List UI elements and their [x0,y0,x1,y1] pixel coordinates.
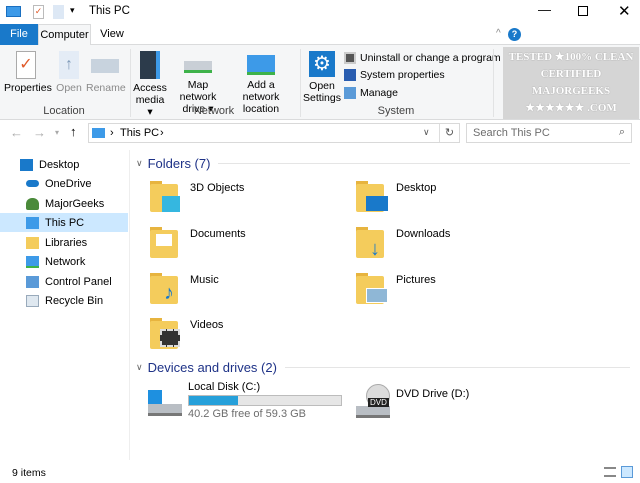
user-icon [26,197,39,210]
group-network-label: Network [193,105,235,117]
ribbon-tabs: File Computer View ^ ? [0,24,640,46]
up-button[interactable]: ↑ [70,124,77,139]
nav-recycle-bin[interactable]: Recycle Bin [0,291,128,310]
videos-folder-icon [150,315,184,351]
recent-locations-button[interactable]: ▾ [55,128,59,137]
this-pc-icon [26,216,39,229]
navigation-pane: Desktop OneDrive MajorGeeks This PC Libr… [0,150,130,460]
recycle-bin-icon [26,294,39,307]
nav-libraries[interactable]: Libraries [0,233,128,252]
open-settings-button[interactable]: ⚙ Open Settings [302,51,342,104]
nav-onedrive[interactable]: OneDrive [0,174,128,193]
this-pc-icon [92,128,105,138]
collapse-ribbon-icon[interactable]: ^ [496,28,501,39]
folders-header[interactable]: ∨ Folders (7) [136,156,630,171]
nav-network[interactable]: Network [0,252,128,271]
tab-view[interactable]: View [92,24,132,45]
onedrive-icon [26,180,39,187]
new-folder-quick-icon[interactable] [53,5,64,19]
address-bar[interactable]: › This PC › ∨ ↻ [88,123,460,143]
network-icon [26,255,39,268]
desktop-folder-icon [356,178,390,214]
network-drive-icon [184,61,212,73]
group-system-label: System [377,105,415,117]
help-icon[interactable]: ? [508,28,521,41]
folder-videos[interactable]: Videos [150,315,223,351]
3d-objects-folder-icon [150,178,184,214]
uninstall-program-button[interactable]: Uninstall or change a program [344,52,501,64]
nav-majorgeeks[interactable]: MajorGeeks [0,194,128,213]
media-icon [140,51,160,79]
dvd-drive-icon [356,406,390,418]
nav-desktop[interactable]: Desktop [0,155,128,174]
documents-folder-icon [150,224,184,260]
breadcrumb-this-pc[interactable]: This PC [120,127,159,139]
rename-icon [91,59,119,73]
status-bar: 9 items [0,462,640,483]
properties-quick-icon[interactable]: ✓ [33,5,44,19]
rename-button[interactable]: Rename [86,51,126,94]
music-folder-icon: ♪ [150,270,184,306]
ribbon: ✓ Properties ↑ Open Rename Location Access… [0,45,640,120]
large-icons-view-button[interactable] [621,466,633,478]
pictures-folder-icon [356,270,390,306]
details-view-button[interactable] [604,467,616,477]
folder-music[interactable]: ♪ Music [150,270,219,306]
maximize-button[interactable] [578,6,588,16]
customize-toolbar-icon[interactable]: ▾ [70,5,75,16]
item-count: 9 items [12,467,46,479]
address-dropdown-icon[interactable]: ∨ [423,127,430,138]
back-button[interactable]: ← [10,125,23,140]
refresh-button[interactable]: ↻ [439,124,459,142]
system-properties-button[interactable]: System properties [344,69,445,81]
tab-computer[interactable]: Computer [38,24,91,46]
nav-control-panel[interactable]: Control Panel [0,272,128,291]
folder-downloads[interactable]: ↓ Downloads [356,224,450,260]
open-icon: ↑ [59,51,79,79]
forward-button[interactable]: → [33,125,46,140]
drive-local-disk-c[interactable]: Local Disk (C:) 40.2 GB free of 59.3 GB [146,380,346,420]
computer-icon [6,6,21,17]
nav-this-pc[interactable]: This PC [0,213,128,232]
close-button[interactable]: ✕ [618,2,631,20]
disk-usage-bar [188,395,342,406]
downloads-folder-icon: ↓ [356,224,390,260]
search-input[interactable]: Search This PC ⌕ [466,123,632,143]
group-location-label: Location [43,105,85,117]
open-button[interactable]: ↑ Open [54,51,84,94]
properties-icon: ✓ [16,51,36,79]
tab-file[interactable]: File [0,24,38,45]
window-title: This PC [89,5,130,17]
uninstall-icon [344,52,356,64]
minimize-button[interactable]: — [538,2,551,17]
folder-desktop[interactable]: Desktop [356,178,436,214]
system-properties-icon [344,69,356,81]
search-icon: ⌕ [618,126,625,138]
manage-icon [344,87,356,99]
manage-button[interactable]: Manage [344,87,398,99]
devices-header[interactable]: ∨ Devices and drives (2) [136,360,630,375]
drive-dvd-d[interactable]: DVD DVD Drive (D:) [354,380,554,420]
desktop-icon [20,158,33,171]
properties-button[interactable]: ✓ Properties [4,51,52,94]
title-bar: ✓ ▾ This PC — ✕ [0,0,640,24]
windows-drive-icon [148,390,162,404]
control-panel-icon [26,275,39,288]
folder-3d-objects[interactable]: 3D Objects [150,178,244,214]
libraries-icon [26,236,39,249]
settings-gear-icon: ⚙ [309,51,335,77]
network-location-icon [247,55,275,75]
folder-pictures[interactable]: Pictures [356,270,436,306]
hard-disk-icon [148,404,182,416]
majorgeeks-watermark: TESTED ★100% CLEAN CERTIFIED MAJORGEEKS ★★★… [503,47,639,119]
folder-documents[interactable]: Documents [150,224,246,260]
